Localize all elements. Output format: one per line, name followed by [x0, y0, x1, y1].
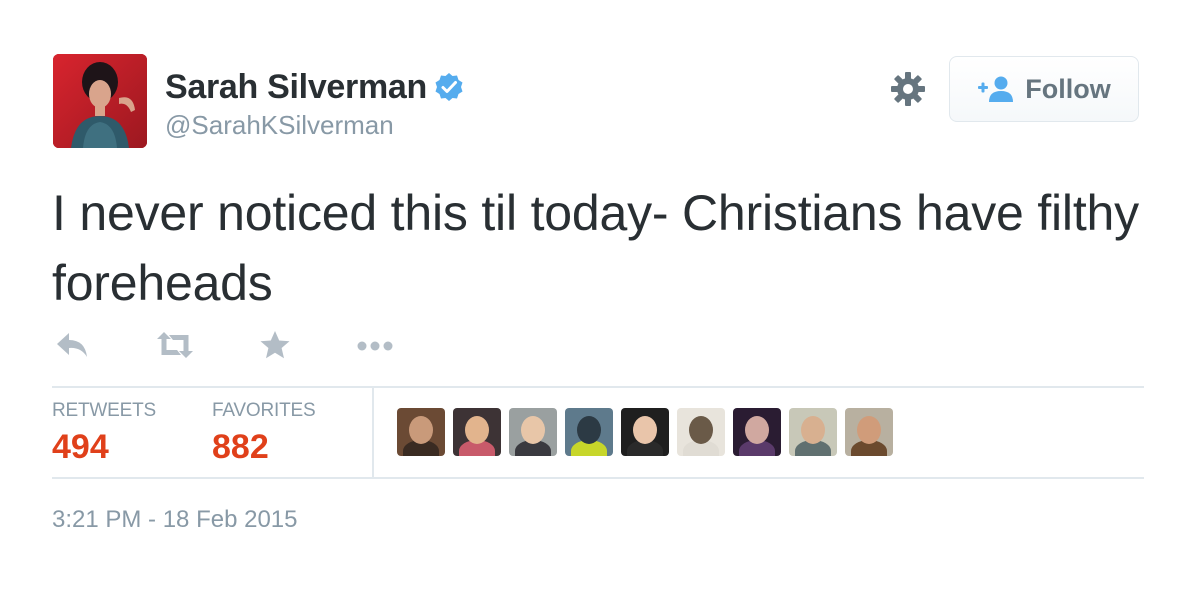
favorites-label: FAVORITES [212, 400, 316, 421]
favorited-by-avatar[interactable] [509, 408, 557, 456]
retweets-stat[interactable]: RETWEETS 494 [52, 400, 156, 467]
user-name-row[interactable]: Sarah Silverman [165, 66, 465, 108]
retweets-label: RETWEETS [52, 400, 156, 421]
favorites-count: 882 [212, 428, 269, 466]
reply-icon[interactable] [55, 330, 89, 365]
avatar-face [633, 416, 657, 444]
divider-bottom [52, 477, 1144, 479]
favorited-by-avatar[interactable] [845, 408, 893, 456]
avatar-face [689, 416, 713, 444]
tweet-card: Sarah Silverman @SarahKSilverman Follow … [0, 0, 1200, 596]
favorited-by-list [397, 408, 901, 456]
add-user-icon [977, 75, 1015, 103]
follow-button[interactable]: Follow [949, 56, 1139, 122]
profile-avatar[interactable] [53, 54, 147, 148]
favorited-by-avatar[interactable] [677, 408, 725, 456]
tweet-timestamp[interactable]: 3:21 PM - 18 Feb 2015 [52, 506, 297, 534]
more-icon[interactable] [355, 338, 395, 359]
retweets-count: 494 [52, 428, 109, 466]
favorited-by-avatar[interactable] [733, 408, 781, 456]
user-handle[interactable]: @SarahKSilverman [165, 110, 394, 141]
avatar-face [801, 416, 825, 444]
divider-vertical [372, 388, 374, 478]
avatar-face [465, 416, 489, 444]
favorited-by-avatar[interactable] [789, 408, 837, 456]
avatar-face [745, 416, 769, 444]
avatar-face [409, 416, 433, 444]
favorited-by-avatar[interactable] [453, 408, 501, 456]
verified-badge-icon [433, 71, 465, 103]
retweet-icon[interactable] [155, 330, 195, 365]
avatar-face [577, 416, 601, 444]
avatar-face [521, 416, 545, 444]
gear-icon[interactable] [889, 70, 927, 108]
follow-label: Follow [1025, 73, 1111, 104]
favorited-by-avatar[interactable] [621, 408, 669, 456]
display-name[interactable]: Sarah Silverman [165, 68, 427, 107]
favorited-by-avatar[interactable] [565, 408, 613, 456]
avatar-face [857, 416, 881, 444]
favorited-by-avatar[interactable] [397, 408, 445, 456]
tweet-text: I never noticed this til today- Christia… [52, 185, 1139, 311]
star-icon[interactable] [259, 330, 291, 365]
divider-top [52, 386, 1144, 388]
favorites-stat[interactable]: FAVORITES 882 [212, 400, 316, 467]
